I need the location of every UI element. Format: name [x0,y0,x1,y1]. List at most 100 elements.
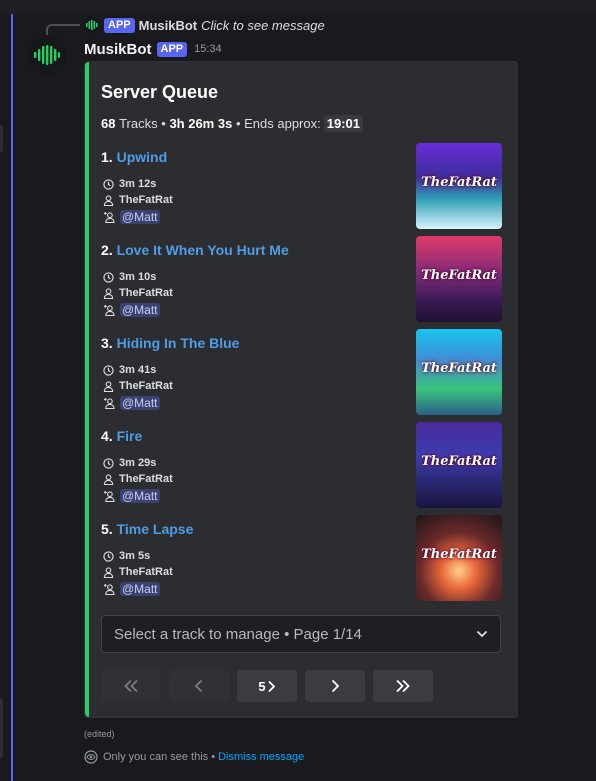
chevron-down-icon [476,630,488,638]
track-item: 5. Time Lapse 3m 5s TheFatRat @Matt TheF… [101,515,511,607]
jump-page-label: 5 [258,678,266,694]
previous-page-button[interactable] [169,670,229,702]
album-art: TheFatRat [416,236,502,322]
ends-label: Ends approx: [244,116,321,131]
track-select-menu[interactable]: Select a track to manage • Page 1/14 [101,615,501,653]
track-duration: 3m 29s [103,457,156,469]
track-requester: @Matt [103,489,160,503]
chevron-left-icon [194,679,203,693]
person-icon [103,473,114,485]
track-requester: @Matt [103,582,160,596]
album-art-logo: TheFatRat [421,175,497,190]
soundwave-icon [34,45,60,65]
track-number: 5. [101,521,113,537]
track-title-link[interactable]: Love It When You Hurt Me [117,242,289,258]
album-art: TheFatRat [416,143,502,229]
track-requester: @Matt [103,210,160,224]
embed-accent-bar [85,62,89,717]
total-duration: 3h 26m 3s [169,116,233,131]
author-name[interactable]: MusikBot [84,41,152,58]
track-item: 4. Fire 3m 29s TheFatRat @Matt TheFatRat [101,422,511,514]
highlight-accent [11,14,13,781]
album-art-logo: TheFatRat [421,361,497,376]
track-title-link[interactable]: Time Lapse [117,521,194,537]
requester-mention[interactable]: @Matt [120,303,160,317]
soundwave-icon [86,20,98,30]
person-icon [103,287,114,299]
track-duration: 3m 12s [103,178,156,190]
duration-text: 3m 29s [119,457,157,469]
clock-icon [103,178,114,190]
queue-summary: 68 Tracks • 3h 26m 3s • Ends approx: 19:0… [101,115,363,132]
track-title-link[interactable]: Fire [117,428,143,444]
track-item: 1. Upwind 3m 12s TheFatRat @Matt TheFatR… [101,143,511,235]
chevron-right-icon [331,679,340,693]
duration-text: 3m 10s [119,271,157,283]
reply-preview[interactable]: APP MusikBot Click to see message [84,16,325,34]
double-chevron-right-icon [396,679,410,693]
reply-author[interactable]: MusikBot [139,18,198,33]
requester-mention[interactable]: @Matt [120,489,160,503]
artist-text: TheFatRat [119,194,173,206]
track-item: 3. Hiding In The Blue 3m 41s TheFatRat @… [101,329,511,421]
top-strip [0,0,596,14]
requester-mention[interactable]: @Matt [120,582,160,596]
next-page-button[interactable] [305,670,365,702]
track-duration: 3m 10s [103,271,156,283]
ephemeral-notice: Only you can see this • Dismiss message [84,750,304,764]
jump-page-button[interactable]: 5 [237,670,297,702]
artist-text: TheFatRat [119,380,173,392]
duration-text: 3m 41s [119,364,157,376]
person-icon [103,380,114,392]
album-art-logo: TheFatRat [421,268,497,283]
clock-icon [103,364,114,376]
track-number: 4. [101,428,113,444]
last-page-button[interactable] [373,670,433,702]
track-artist: TheFatRat [103,473,173,485]
album-art: TheFatRat [416,515,502,601]
track-count: 68 [101,116,116,131]
edge-fragment [0,698,3,758]
album-art: TheFatRat [416,422,502,508]
dismiss-message-link[interactable]: Dismiss message [218,751,304,763]
user-add-icon [103,490,115,502]
track-duration: 3m 41s [103,364,156,376]
track-requester: @Matt [103,396,160,410]
clock-icon [103,271,114,283]
pagination-buttons: 5 [101,670,433,702]
track-number: 2. [101,242,113,258]
track-title-link[interactable]: Upwind [117,149,168,165]
clock-icon [103,457,114,469]
chevron-right-icon [267,680,275,692]
reply-text[interactable]: Click to see message [201,18,325,33]
requester-mention[interactable]: @Matt [120,396,160,410]
app-tag: APP [156,41,188,57]
user-add-icon [103,211,115,223]
artist-text: TheFatRat [119,566,173,578]
user-add-icon [103,583,115,595]
album-art-logo: TheFatRat [421,547,497,562]
eye-icon [84,750,98,764]
embed-title: Server Queue [101,82,219,102]
separator: • [161,116,166,131]
edge-fragment [0,125,3,153]
bot-avatar[interactable] [27,35,67,75]
app-tag: APP [104,17,135,33]
ends-time: 19:01 [323,115,363,132]
track-artist: TheFatRat [103,194,173,206]
track-artist: TheFatRat [103,287,173,299]
duration-text: 3m 12s [119,178,157,190]
track-title-link[interactable]: Hiding In The Blue [117,335,240,351]
select-placeholder: Select a track to manage • Page 1/14 [114,625,362,643]
requester-mention[interactable]: @Matt [120,210,160,224]
track-item: 2. Love It When You Hurt Me 3m 10s TheFa… [101,236,511,328]
user-add-icon [103,304,115,316]
track-requester: @Matt [103,303,160,317]
person-icon [103,194,114,206]
edited-marker: (edited) [84,729,115,739]
timestamp[interactable]: 15:34 [194,43,222,55]
track-number: 3. [101,335,113,351]
first-page-button[interactable] [101,670,161,702]
duration-text: 3m 5s [119,550,151,562]
album-art-logo: TheFatRat [421,454,497,469]
